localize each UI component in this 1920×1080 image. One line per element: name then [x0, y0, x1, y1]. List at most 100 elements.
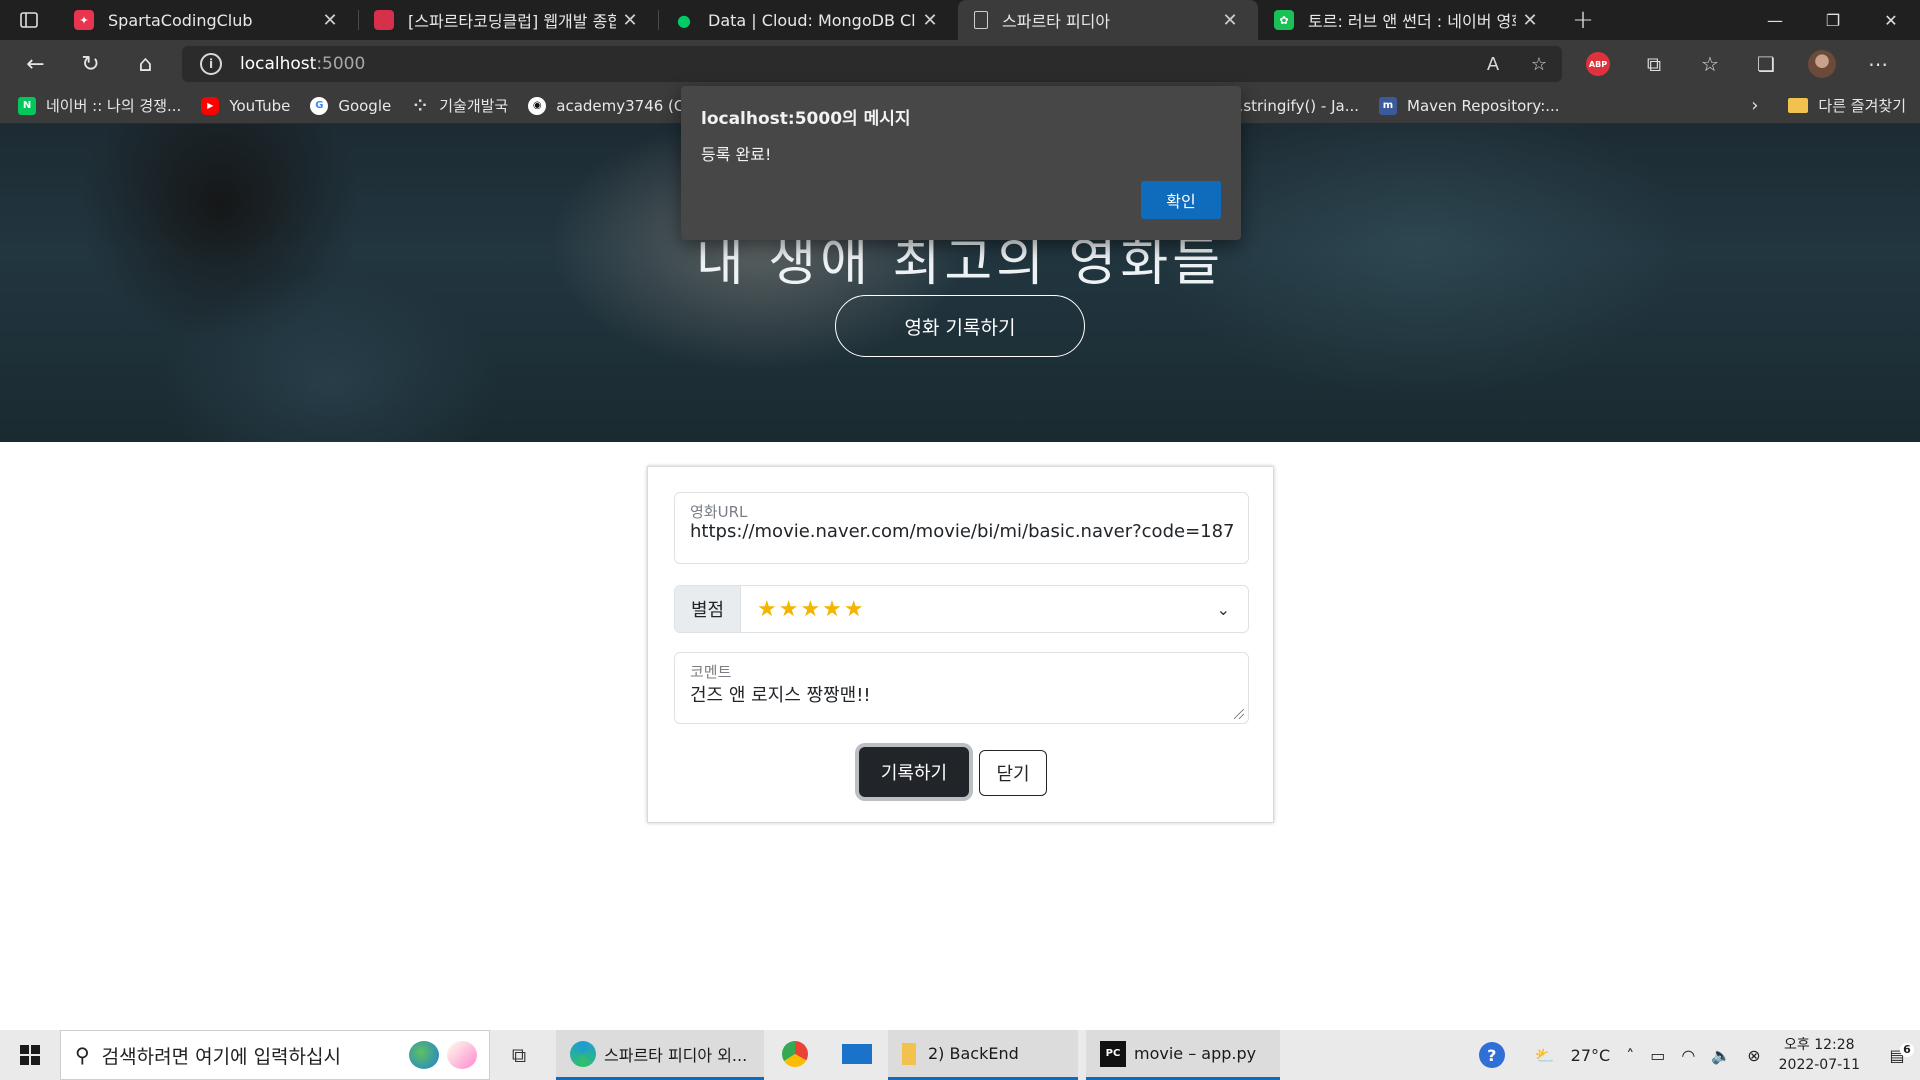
pycharm-icon: PC: [1100, 1040, 1126, 1067]
settings-more-button[interactable]: ⋯: [1850, 52, 1906, 76]
tab-spartacodingclub[interactable]: ✦ SpartaCodingClub ✕: [58, 0, 358, 40]
tab-close-icon[interactable]: ✕: [1216, 10, 1244, 31]
tab-close-icon[interactable]: ✕: [916, 10, 944, 31]
close-button[interactable]: 닫기: [979, 750, 1047, 796]
read-aloud-icon[interactable]: A: [1470, 54, 1516, 75]
comment-textarea[interactable]: 건즈 앤 로지스 짱짱맨!!: [690, 681, 1233, 707]
address-bar[interactable]: i localhost:5000 A ☆: [182, 46, 1562, 82]
puzzle-icon: ⧉: [1646, 52, 1662, 76]
tab-close-icon[interactable]: ✕: [616, 10, 644, 31]
restore-button[interactable]: ❐: [1804, 0, 1862, 40]
clock-date: 2022-07-11: [1778, 1057, 1860, 1073]
task-view-button[interactable]: ⧉: [490, 1030, 548, 1080]
folder-icon: [902, 1042, 916, 1065]
favorite-github[interactable]: ◉ academy3746 (Co: [528, 96, 694, 115]
chevron-right-icon[interactable]: ›: [1751, 95, 1758, 116]
movie-url-field[interactable]: 영화URL https://movie.naver.com/movie/bi/m…: [674, 492, 1249, 564]
tab-sparta-web[interactable]: [스파르타코딩클럽] 웹개발 종합 ✕: [358, 0, 658, 40]
minimize-icon: —: [1767, 10, 1783, 30]
refresh-button[interactable]: ↻: [63, 40, 118, 88]
help-icon[interactable]: ?: [1478, 1042, 1505, 1068]
system-tray: ? ⛅ 27°C ˄ ▭ ◠ 🔈 ⊗ 오후 12:28 2022-07-11 ▤…: [1471, 1030, 1920, 1080]
favorites-button[interactable]: ☆: [1682, 52, 1738, 76]
taskbar-app-chrome[interactable]: [764, 1030, 826, 1080]
chevron-down-icon: ⌄: [1216, 599, 1232, 619]
add-favorite-icon[interactable]: ☆: [1516, 54, 1562, 75]
back-button[interactable]: ←: [8, 40, 63, 88]
more-icon: ⋯: [1868, 52, 1888, 76]
wifi-icon[interactable]: ◠: [1681, 1046, 1695, 1065]
submit-button[interactable]: 기록하기: [859, 747, 969, 797]
github-icon: ◉: [528, 96, 547, 115]
favorite-youtube[interactable]: ▶ YouTube: [201, 96, 291, 115]
profile-button[interactable]: [1794, 50, 1850, 78]
edge-icon: [570, 1040, 596, 1067]
favorite-maven[interactable]: m Maven Repository:...: [1379, 96, 1560, 115]
minimize-button[interactable]: —: [1746, 0, 1804, 40]
home-icon: ⌂: [138, 51, 153, 77]
temperature[interactable]: 27°C: [1571, 1046, 1611, 1065]
dialog-message: 등록 완료!: [701, 145, 772, 164]
tab-title: Data | Cloud: MongoDB Cloud: [708, 10, 916, 30]
adblock-plus-button[interactable]: ABP: [1570, 52, 1626, 76]
chevron-up-icon[interactable]: ˄: [1626, 1046, 1634, 1065]
other-favorites[interactable]: 다른 즐겨찾기: [1788, 95, 1906, 116]
movie-url-input[interactable]: https://movie.naver.com/movie/bi/mi/basi…: [690, 521, 1233, 542]
tab-actions-button[interactable]: [0, 0, 58, 40]
new-tab-button[interactable]: +: [1558, 0, 1608, 40]
site-info-icon[interactable]: i: [200, 53, 222, 75]
close-window-button[interactable]: ✕: [1862, 0, 1920, 40]
clock[interactable]: 오후 12:28 2022-07-11: [1779, 1035, 1860, 1075]
favorite-google[interactable]: G Google: [310, 96, 391, 115]
taskbar-app-edge[interactable]: 스파르타 피디아 외...: [556, 1030, 764, 1080]
notification-count: 6: [1900, 1042, 1914, 1057]
taskbar-search[interactable]: ⚲ 검색하려면 여기에 입력하십시: [60, 1030, 490, 1080]
maven-icon: m: [1379, 96, 1398, 115]
naver-movie-favicon-icon: ✿: [1274, 10, 1294, 30]
plus-icon: +: [1572, 5, 1594, 35]
dialog-ok-button[interactable]: 확인: [1141, 181, 1221, 219]
record-movie-button[interactable]: 영화 기록하기: [835, 295, 1085, 357]
favorite-naver[interactable]: N 네이버 :: 나의 경쟁...: [18, 95, 181, 116]
tab-actions-icon: [20, 12, 38, 28]
close-icon: ✕: [1884, 10, 1898, 30]
taskbar-app-explorer[interactable]: 2) BackEnd: [888, 1030, 1078, 1080]
start-button[interactable]: [0, 1030, 60, 1080]
taskbar-app-pycharm[interactable]: PC movie – app.py: [1086, 1030, 1280, 1080]
home-button[interactable]: ⌂: [118, 40, 173, 88]
collections-button[interactable]: ❏: [1738, 52, 1794, 76]
task-view-icon: ⧉: [511, 1043, 527, 1067]
book-favicon-icon: [374, 10, 394, 30]
tab-naver-movie[interactable]: ✿ 토르: 러브 앤 썬더 : 네이버 영화 ✕: [1258, 0, 1558, 40]
resize-grip-icon[interactable]: [1234, 709, 1244, 719]
weather-icon[interactable]: ⛅: [1535, 1046, 1555, 1065]
meet-now-icon[interactable]: ▭: [1650, 1046, 1665, 1065]
address-port: :5000: [316, 54, 366, 74]
search-placeholder: 검색하려면 여기에 입력하십시: [101, 1045, 341, 1068]
tab-close-icon[interactable]: ✕: [316, 10, 344, 31]
tab-mongodb[interactable]: ● Data | Cloud: MongoDB Cloud ✕: [658, 0, 958, 40]
comment-label: 코멘트: [690, 663, 732, 681]
mail-icon: [842, 1043, 872, 1064]
extensions-button[interactable]: ⧉: [1626, 52, 1682, 76]
youtube-icon: ▶: [201, 96, 220, 115]
star-rating-value: ★★★★★: [757, 596, 866, 622]
comment-field[interactable]: 코멘트 건즈 앤 로지스 짱짱맨!!: [674, 652, 1249, 724]
chrome-icon: [782, 1040, 808, 1067]
favorite-tech[interactable]: ⁘ 기술개발국: [411, 95, 509, 116]
taskbar-app-label: 스파르타 피디아 외...: [604, 1045, 748, 1065]
globe-icon: [409, 1041, 439, 1069]
taskbar-app-label: 2) BackEnd: [928, 1044, 1019, 1063]
tab-spartapedia[interactable]: 스파르타 피디아 ✕: [958, 0, 1258, 40]
no-network-icon[interactable]: ⊗: [1747, 1046, 1760, 1065]
notification-button[interactable]: ▤ 6: [1874, 1042, 1920, 1065]
favorites-icon: ☆: [1701, 52, 1719, 76]
tab-close-icon[interactable]: ✕: [1516, 10, 1544, 31]
star-select[interactable]: ★★★★★ ⌄: [741, 586, 1248, 632]
tab-title: 스파르타 피디아: [1002, 12, 1111, 31]
taskbar-app-mail[interactable]: [826, 1030, 888, 1080]
google-icon: G: [310, 96, 329, 115]
volume-icon[interactable]: 🔈: [1711, 1046, 1731, 1065]
favorite-label: YouTube: [229, 96, 291, 115]
collections-icon: ❏: [1757, 52, 1775, 76]
